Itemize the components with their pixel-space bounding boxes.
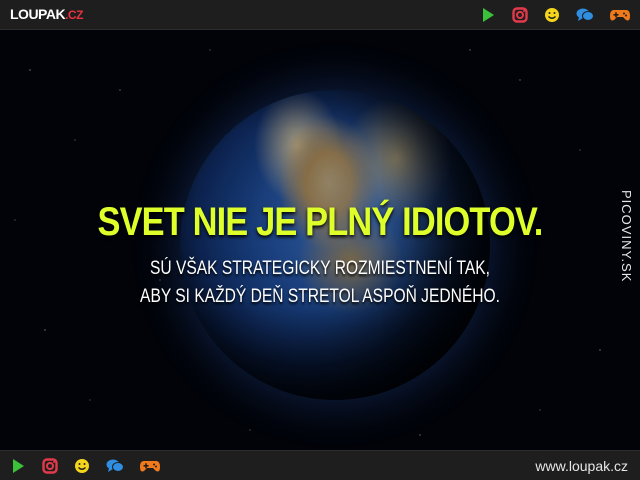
smiley-icon[interactable] (74, 458, 90, 474)
smiley-icon[interactable] (544, 7, 560, 23)
site-url-link[interactable]: www.loupak.cz (535, 458, 628, 474)
bottom-bar: www.loupak.cz (0, 450, 640, 480)
instagram-icon[interactable] (512, 7, 528, 23)
source-watermark: PICOVINY.SK (619, 190, 634, 283)
meme-subline-1: SÚ VŠAK STRATEGICKY ROZMIESTNENÍ TAK, (150, 258, 490, 279)
loupak-logo[interactable]: LOUPAK.CZ (10, 6, 83, 22)
play-icon[interactable] (10, 458, 26, 474)
meme-subline-2: ABY SI KAŽDÝ DEŇ STRETOL ASPOŇ JEDNÉHO. (140, 286, 500, 307)
meme-headline: SVET NIE JE PLNÝ IDIOTOV. (97, 200, 544, 244)
meme-image: SVET NIE JE PLNÝ IDIOTOV. SÚ VŠAK STRATE… (0, 30, 640, 450)
gamepad-icon[interactable] (140, 458, 160, 474)
top-bar: LOUPAK.CZ (0, 0, 640, 30)
instagram-icon[interactable] (42, 458, 58, 474)
chat-icon[interactable] (576, 7, 594, 23)
gamepad-icon[interactable] (610, 7, 630, 23)
top-icon-bar (480, 0, 630, 30)
bottom-icon-bar (10, 451, 160, 480)
play-icon[interactable] (480, 7, 496, 23)
chat-icon[interactable] (106, 458, 124, 474)
